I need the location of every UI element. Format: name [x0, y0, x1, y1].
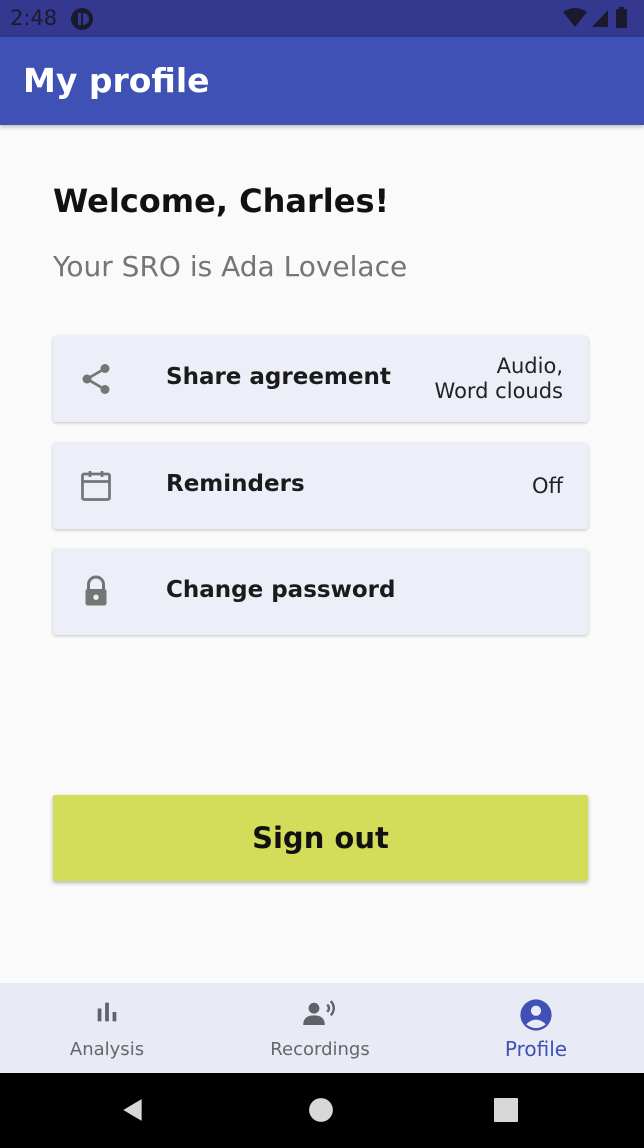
share-icon — [78, 361, 114, 397]
app-bar: My profile — [0, 37, 644, 125]
share-agreement-value: Audio, Word clouds — [434, 354, 563, 403]
account-circle-icon — [519, 998, 553, 1036]
nav-label-analysis: Analysis — [69, 1039, 145, 1060]
share-agreement-card[interactable]: Share agreement Audio, Word clouds — [53, 336, 588, 422]
reminders-label: Reminders — [166, 471, 305, 497]
reminders-value: Off — [532, 473, 563, 498]
home-icon[interactable] — [308, 1097, 334, 1127]
reminders-card[interactable]: Reminders Off — [53, 443, 588, 529]
voice-icon — [302, 998, 338, 1032]
status-icons — [562, 6, 632, 34]
change-password-card[interactable]: Change password — [53, 549, 588, 635]
back-icon[interactable] — [120, 1097, 146, 1127]
page-title: My profile — [23, 61, 210, 100]
nav-label-profile: Profile — [504, 1037, 568, 1061]
sro-text: Your SRO is Ada Lovelace — [53, 250, 408, 283]
calendar-icon — [78, 468, 114, 504]
bar-chart-icon — [93, 998, 121, 1030]
nav-item-recordings[interactable]: Recordings — [213, 983, 427, 1073]
nav-item-profile[interactable]: Profile — [429, 983, 643, 1073]
recents-icon[interactable] — [494, 1098, 518, 1126]
wifi-signal-battery-icon — [563, 7, 627, 28]
bottom-navigation: Analysis Recordings Profile — [0, 983, 644, 1073]
system-navigation-bar — [0, 1073, 644, 1148]
app-notification-icon — [70, 7, 94, 35]
welcome-heading: Welcome, Charles! — [53, 182, 390, 220]
change-password-label: Change password — [166, 577, 396, 603]
nav-item-analysis[interactable]: Analysis — [0, 983, 214, 1073]
status-bar: 2:48 — [0, 0, 644, 37]
status-time: 2:48 — [10, 6, 58, 30]
nav-label-recordings: Recordings — [270, 1039, 370, 1060]
lock-icon — [78, 574, 114, 610]
share-agreement-label: Share agreement — [166, 364, 391, 390]
sign-out-button[interactable]: Sign out — [53, 795, 588, 881]
